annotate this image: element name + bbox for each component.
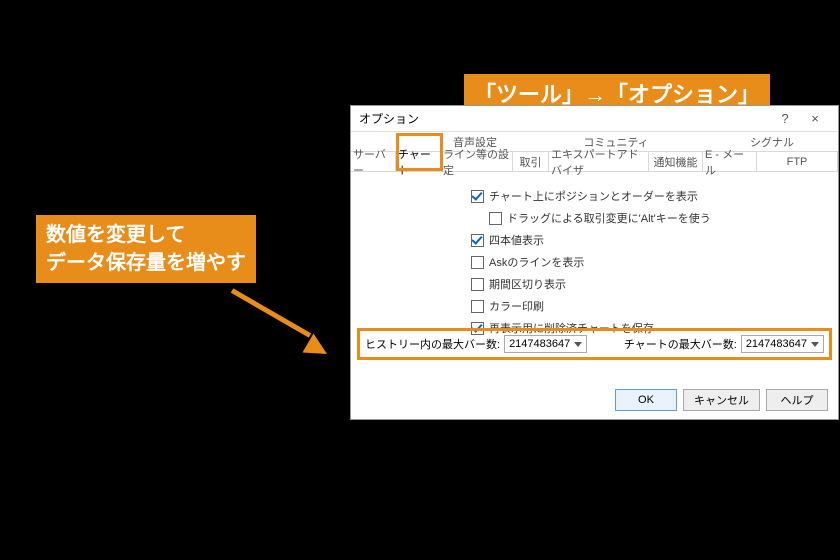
chart-bars-label: チャートの最大バー数: — [624, 336, 737, 352]
chart-bars-combo[interactable]: 2147483647 — [741, 335, 824, 353]
tab-notify[interactable]: 通知機能 — [649, 152, 703, 171]
check-drag-alt[interactable] — [489, 212, 502, 225]
tab-line-settings[interactable]: ライン等の設定 — [441, 152, 513, 171]
check-period-sep[interactable] — [471, 278, 484, 291]
annotation-left-callout: 数値を変更して データ保存量を増やす — [36, 215, 256, 283]
bar-count-row: ヒストリー内の最大バー数: 2147483647 チャートの最大バー数: 214… — [365, 333, 824, 355]
check-show-positions-label: チャート上にポジションとオーダーを表示 — [489, 188, 698, 204]
tab-email[interactable]: E - メール — [703, 152, 757, 171]
check-period-sep-label: 期間区切り表示 — [489, 276, 566, 292]
tab-ftp[interactable]: FTP — [757, 152, 838, 171]
dialog-footer: OK キャンセル ヘルプ — [615, 389, 828, 411]
check-show-positions-row: チャート上にポジションとオーダーを表示 — [471, 188, 818, 204]
cancel-button[interactable]: キャンセル — [683, 389, 760, 411]
dialog-title: オプション — [359, 110, 419, 127]
annotation-arrow-head — [303, 333, 333, 363]
check-drag-alt-label: ドラッグによる取引変更に'Alt'キーを使う — [507, 210, 711, 226]
check-color-print-row: カラー印刷 — [471, 298, 818, 314]
history-bars-combo[interactable]: 2147483647 — [504, 335, 587, 353]
annotation-left-line2: データ保存量を増やす — [46, 249, 246, 277]
check-color-print[interactable] — [471, 300, 484, 313]
help-footer-button[interactable]: ヘルプ — [766, 389, 828, 411]
check-ask-line[interactable] — [471, 256, 484, 269]
tab-content: チャート上にポジションとオーダーを表示 ドラッグによる取引変更に'Alt'キーを… — [351, 172, 838, 352]
check-drag-alt-row: ドラッグによる取引変更に'Alt'キーを使う — [489, 210, 818, 226]
annotation-left-line1: 数値を変更して — [46, 221, 246, 249]
close-button[interactable]: × — [800, 108, 830, 130]
history-bars-label: ヒストリー内の最大バー数: — [365, 336, 500, 352]
check-show-positions[interactable] — [471, 190, 484, 203]
check-period-sep-row: 期間区切り表示 — [471, 276, 818, 292]
dialog-titlebar: オプション ? × — [351, 106, 838, 132]
check-color-print-label: カラー印刷 — [489, 298, 544, 314]
check-ask-line-row: Askのラインを表示 — [471, 254, 818, 270]
tab-trade[interactable]: 取引 — [513, 152, 549, 171]
help-button[interactable]: ? — [770, 108, 800, 130]
options-dialog: オプション ? × 音声設定 コミュニティ シグナル サーバー チャート ライン… — [350, 105, 839, 420]
tab-expert-advisor[interactable]: エキスパートアドバイザ — [549, 152, 649, 171]
ok-button[interactable]: OK — [615, 389, 677, 411]
tab-chart[interactable]: チャート — [396, 152, 441, 171]
tab-server[interactable]: サーバー — [351, 152, 396, 171]
check-ohlc-label: 四本値表示 — [489, 232, 544, 248]
check-ask-line-label: Askのラインを表示 — [489, 254, 584, 270]
check-ohlc[interactable] — [471, 234, 484, 247]
annotation-arrow — [231, 288, 311, 337]
tabrow-bottom: サーバー チャート ライン等の設定 取引 エキスパートアドバイザ 通知機能 E … — [351, 152, 838, 172]
check-ohlc-row: 四本値表示 — [471, 232, 818, 248]
